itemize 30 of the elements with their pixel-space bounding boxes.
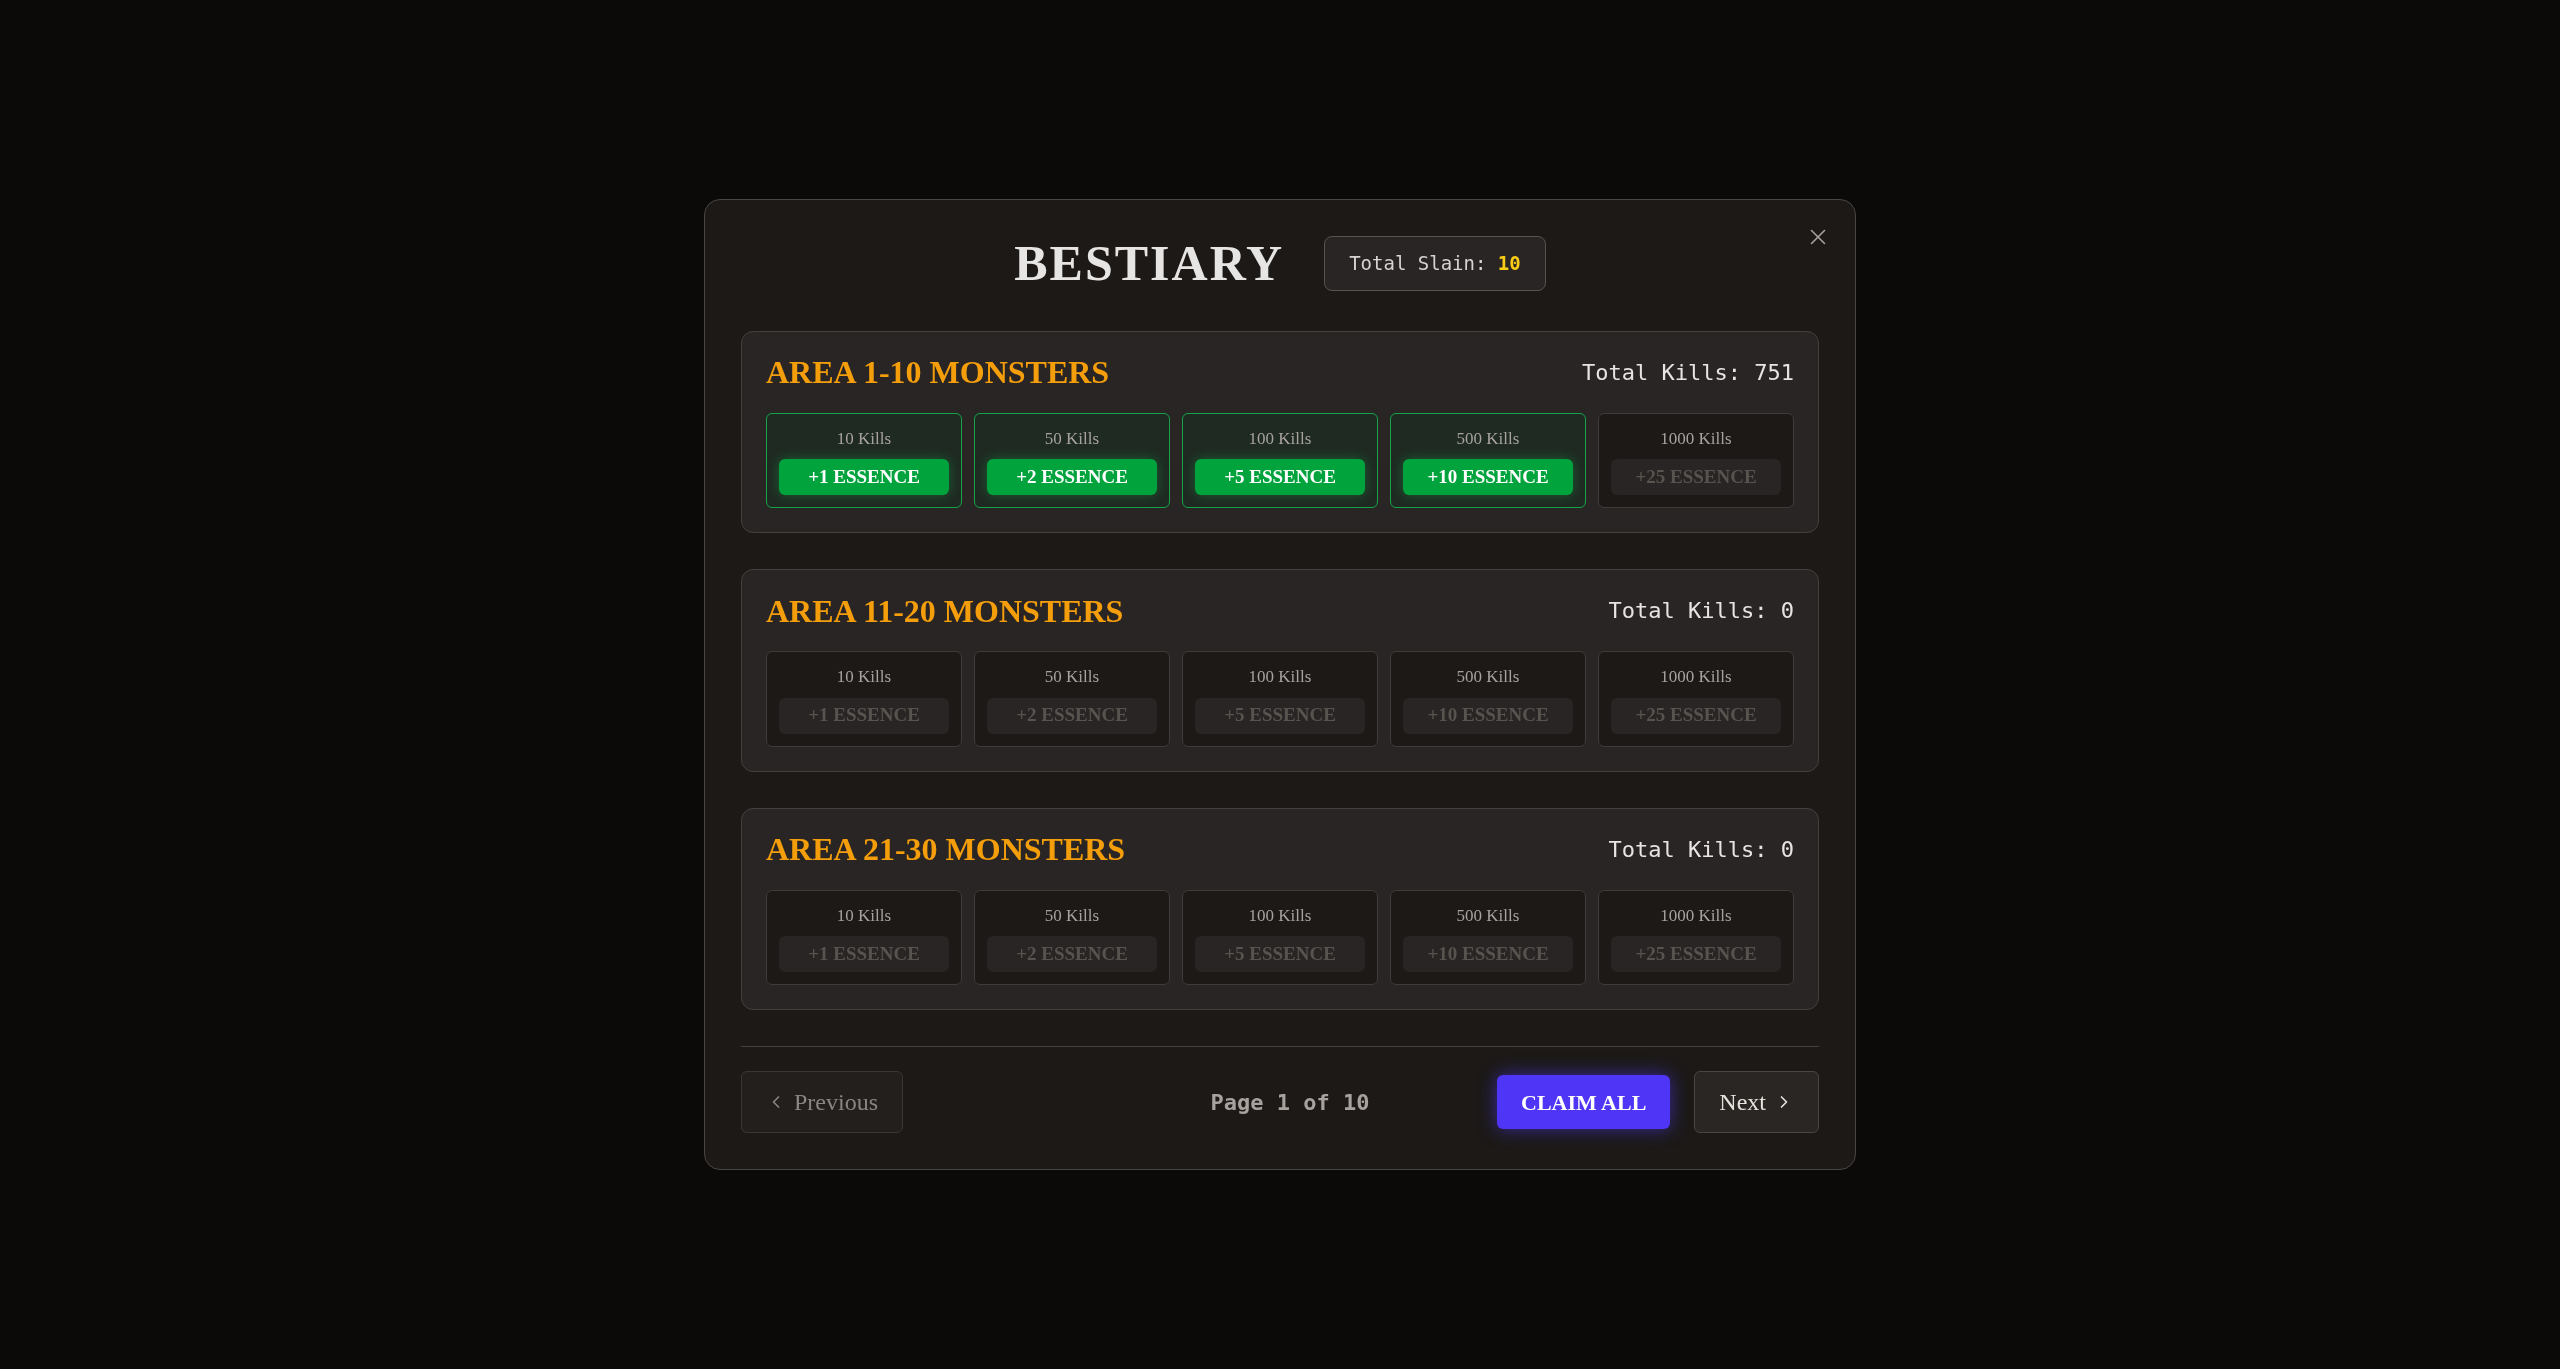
milestone-label: 500 Kills [1456, 904, 1520, 927]
reward-button[interactable]: +2 ESSENCE [987, 459, 1157, 495]
total-kills: Total Kills: 751 [1582, 358, 1794, 387]
milestone-label: 1000 Kills [1660, 904, 1732, 927]
milestone-label: 10 Kills [836, 904, 892, 927]
next-button[interactable]: Next [1694, 1071, 1819, 1133]
milestone-label: 10 Kills [836, 427, 892, 450]
dialog-title: BESTIARY [1014, 238, 1285, 289]
milestone-label: 100 Kills [1248, 666, 1312, 688]
claim-all-button[interactable]: CLAIM ALL [1497, 1075, 1671, 1129]
total-kills: Total Kills: 0 [1608, 597, 1794, 625]
page-indicator: Page 1 of 10 [1210, 1088, 1370, 1117]
milestone-label: 100 Kills [1248, 904, 1312, 927]
milestone-label: 1000 Kills [1660, 427, 1732, 450]
milestone-label: 1000 Kills [1660, 666, 1732, 688]
milestone-label: 50 Kills [1044, 666, 1100, 688]
area-title: AREA 11-20 MONSTERS [766, 594, 1124, 627]
milestone-label: 500 Kills [1456, 666, 1520, 688]
area-title: AREA 1-10 MONSTERS [766, 356, 1110, 388]
milestone-label: 50 Kills [1044, 427, 1100, 450]
total-slain-badge: Total Slain: 10 [1324, 236, 1546, 291]
reward-button[interactable]: +1 ESSENCE [779, 459, 949, 495]
total-kills: Total Kills: 0 [1608, 835, 1794, 864]
reward-button[interactable]: +5 ESSENCE [1195, 459, 1365, 495]
milestone-label: 100 Kills [1248, 427, 1312, 450]
milestone-label: 500 Kills [1456, 427, 1520, 450]
milestone-label: 10 Kills [836, 666, 892, 688]
milestone-label: 50 Kills [1044, 904, 1100, 927]
reward-button[interactable]: +10 ESSENCE [1403, 459, 1573, 495]
area-title: AREA 21-30 MONSTERS [766, 833, 1126, 865]
